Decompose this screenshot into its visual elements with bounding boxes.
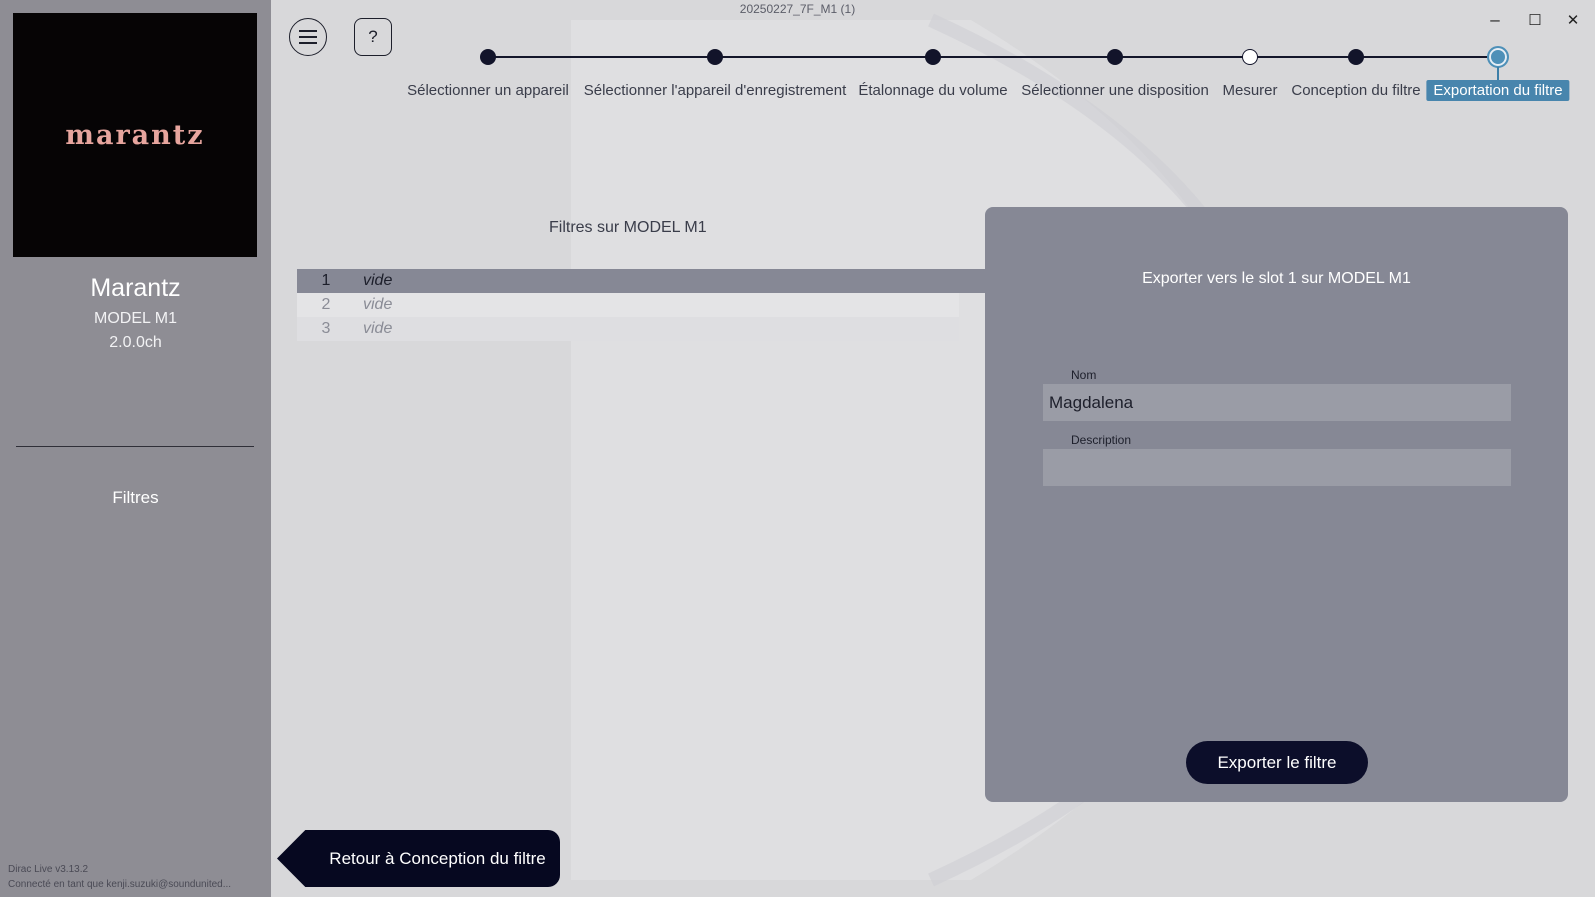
step-label[interactable]: Sélectionner l'appareil d'enregistrement (584, 82, 847, 99)
app-version: Dirac Live v3.13.2 (8, 864, 89, 875)
name-label: Nom (1071, 368, 1097, 382)
filter-slot-row[interactable]: 3 vide (297, 317, 959, 341)
step-label[interactable]: Conception du filtre (1291, 82, 1420, 99)
step-dot[interactable] (925, 49, 941, 65)
step-dot[interactable] (1487, 46, 1509, 68)
slot-name: vide (363, 272, 393, 289)
export-title: Exporter vers le slot 1 sur MODEL M1 (1142, 270, 1411, 287)
maximize-button[interactable]: ☐ (1520, 8, 1550, 32)
sidebar-divider (16, 446, 254, 447)
hamburger-icon (299, 30, 317, 44)
step-label[interactable]: Mesurer (1222, 82, 1277, 99)
step-dot[interactable] (1107, 49, 1123, 65)
menu-button[interactable] (289, 18, 327, 56)
device-channels: 2.0.0ch (109, 334, 162, 351)
step-label[interactable]: Exportation du filtre (1426, 80, 1570, 101)
name-input[interactable] (1043, 384, 1511, 421)
slot-number: 3 (321, 320, 331, 337)
slot-name: vide (363, 296, 393, 313)
device-brand: Marantz (90, 274, 181, 302)
step-dot[interactable] (1242, 49, 1258, 65)
sidebar: marantz Marantz MODEL M1 2.0.0ch Filtres… (0, 0, 271, 897)
device-model: MODEL M1 (94, 310, 177, 327)
back-to-filter-design-button[interactable]: Retour à Conception du filtre (277, 830, 560, 887)
filter-slot-row[interactable]: 1 vide (297, 269, 987, 293)
logo-text: marantz (65, 119, 205, 151)
step-dot[interactable] (480, 49, 496, 65)
slot-number: 1 (321, 272, 331, 289)
brand-logo: marantz (13, 13, 257, 257)
export-filter-button[interactable]: Exporter le filtre (1186, 741, 1368, 784)
description-label: Description (1071, 433, 1132, 447)
slot-number: 2 (321, 296, 331, 313)
step-dot[interactable] (707, 49, 723, 65)
step-label[interactable]: Étalonnage du volume (858, 82, 1007, 99)
export-panel: Exporter vers le slot 1 sur MODEL M1 Nom… (985, 207, 1568, 802)
close-button[interactable]: ✕ (1558, 8, 1588, 32)
step-label[interactable]: Sélectionner une disposition (1021, 82, 1209, 99)
current-step-connector (1497, 67, 1499, 80)
step-dot[interactable] (1348, 49, 1364, 65)
window-title: 20250227_7F_M1 (1) (739, 2, 856, 16)
filters-title: Filtres sur MODEL M1 (549, 219, 707, 236)
filter-slot-row[interactable]: 2 vide (297, 293, 959, 317)
minimize-button[interactable]: – (1480, 8, 1510, 32)
step-label[interactable]: Sélectionner un appareil (407, 82, 569, 99)
help-button[interactable]: ? (354, 18, 392, 56)
description-input[interactable] (1043, 449, 1511, 486)
connected-user: Connecté en tant que kenji.suzuki@soundu… (8, 879, 232, 890)
sidebar-item-filters[interactable]: Filtres (0, 488, 271, 508)
slot-name: vide (363, 320, 393, 337)
stepper-track (488, 56, 1498, 58)
